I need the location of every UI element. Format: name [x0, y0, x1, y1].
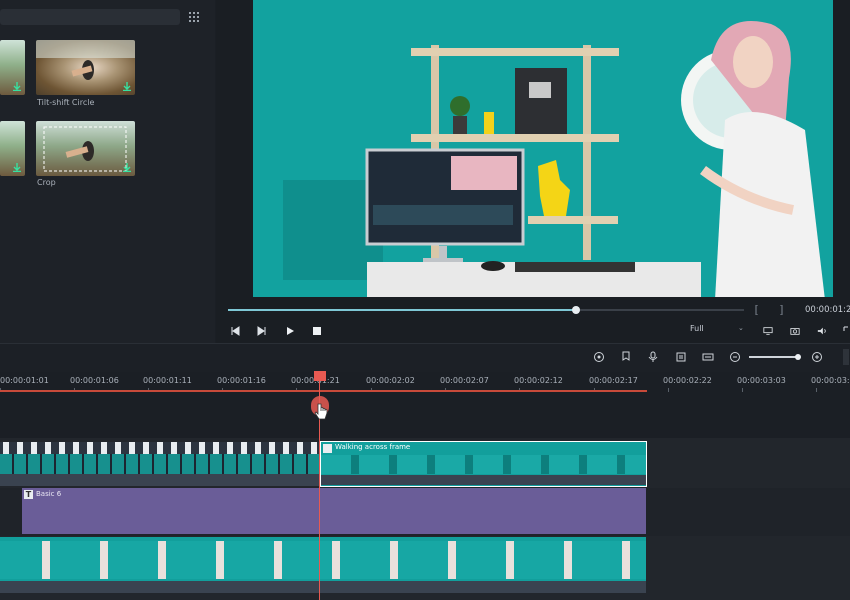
clip-thumbnails: [321, 455, 646, 474]
chevron-down-icon: ⌄: [738, 324, 744, 332]
effect-thumbnail-tilt-shift-circle[interactable]: [36, 40, 135, 95]
segmented-video-clips[interactable]: [0, 442, 320, 486]
ruler-label: 00:00:02:22: [663, 376, 712, 385]
zoom-slider[interactable]: [749, 356, 799, 358]
hand-cursor-icon: [314, 403, 328, 420]
ruler-label: 00:00:01:01: [0, 376, 49, 385]
clip-thumbnails: [0, 541, 646, 579]
clip-label: Basic 6: [36, 490, 62, 498]
video-clip-main[interactable]: [0, 537, 646, 593]
ruler-label: 00:00:01:16: [217, 376, 266, 385]
previous-frame-icon[interactable]: [230, 326, 240, 336]
tilt-shift-preview-image: [36, 40, 135, 80]
clip-play-icon: [323, 444, 332, 453]
download-icon[interactable]: [13, 163, 21, 172]
crop-preview-image: [43, 126, 127, 172]
voiceover-mic-icon[interactable]: [647, 351, 659, 363]
clip-label: Walking across frame: [335, 443, 411, 451]
effect-thumbnail-crop[interactable]: [36, 121, 135, 176]
mark-in-out-icon[interactable]: [754, 305, 784, 315]
playhead-handle[interactable]: [314, 371, 326, 381]
toolbar-edge-button[interactable]: [843, 349, 849, 365]
effect-thumbnail[interactable]: [0, 40, 25, 95]
ruler-label: 00:00:02:17: [589, 376, 638, 385]
title-icon: T: [24, 490, 33, 499]
fullscreen-icon[interactable]: [842, 326, 850, 336]
quality-value: Full: [690, 324, 704, 333]
video-frame-image: [253, 0, 833, 297]
clip-audio-strip: [0, 474, 320, 486]
zoom-slider-handle[interactable]: [795, 354, 801, 360]
zoom-out-icon[interactable]: [729, 351, 741, 363]
display-icon[interactable]: [763, 326, 773, 336]
preview-timecode: 00:00:01:23: [805, 305, 850, 315]
effects-search-input[interactable]: [0, 9, 180, 25]
clip-play-icon-row: [0, 442, 320, 454]
download-icon[interactable]: [123, 82, 131, 91]
video-clip-walking-across-frame[interactable]: Walking across frame: [320, 441, 647, 487]
preview-progress-fill: [228, 309, 576, 311]
download-icon[interactable]: [123, 163, 131, 172]
ruler-label: 00:00:02:07: [440, 376, 489, 385]
preview-video-frame[interactable]: [253, 0, 833, 297]
volume-icon[interactable]: [817, 326, 827, 336]
effects-panel: Tilt-shift Circle Crop: [0, 0, 215, 343]
ruler-label: 00:00:01:11: [143, 376, 192, 385]
audio-mixer-icon[interactable]: [675, 351, 687, 363]
next-frame-icon[interactable]: [257, 326, 267, 336]
title-clip-basic-6[interactable]: T Basic 6: [22, 488, 646, 534]
ruler-label: 00:00:03:0: [811, 376, 850, 385]
render-preview-icon[interactable]: [593, 351, 605, 363]
stop-icon[interactable]: [312, 326, 322, 336]
play-icon[interactable]: [285, 326, 295, 336]
timeline-toolbar: [0, 343, 850, 373]
ruler-label: 00:00:02:02: [366, 376, 415, 385]
ruler-label: 00:00:01:06: [70, 376, 119, 385]
zoom-in-icon[interactable]: [811, 351, 823, 363]
quality-dropdown[interactable]: Full ⌄: [690, 324, 748, 338]
clip-audio-strip: [321, 475, 646, 485]
clip-audio-strip: [0, 581, 646, 593]
effect-thumbnail[interactable]: [0, 121, 25, 176]
grid-view-icon[interactable]: [188, 11, 200, 23]
effect-label: Crop: [37, 178, 56, 187]
ruler-label: 00:00:02:12: [514, 376, 563, 385]
preview-progress-handle[interactable]: [572, 306, 580, 314]
effect-label: Tilt-shift Circle: [37, 98, 95, 107]
download-icon[interactable]: [13, 82, 21, 91]
marker-icon[interactable]: [620, 351, 632, 363]
ruler-label: 00:00:03:03: [737, 376, 786, 385]
timeline-ruler[interactable]: [0, 372, 850, 392]
snapshot-camera-icon[interactable]: [790, 326, 800, 336]
subtitle-icon[interactable]: [702, 351, 714, 363]
